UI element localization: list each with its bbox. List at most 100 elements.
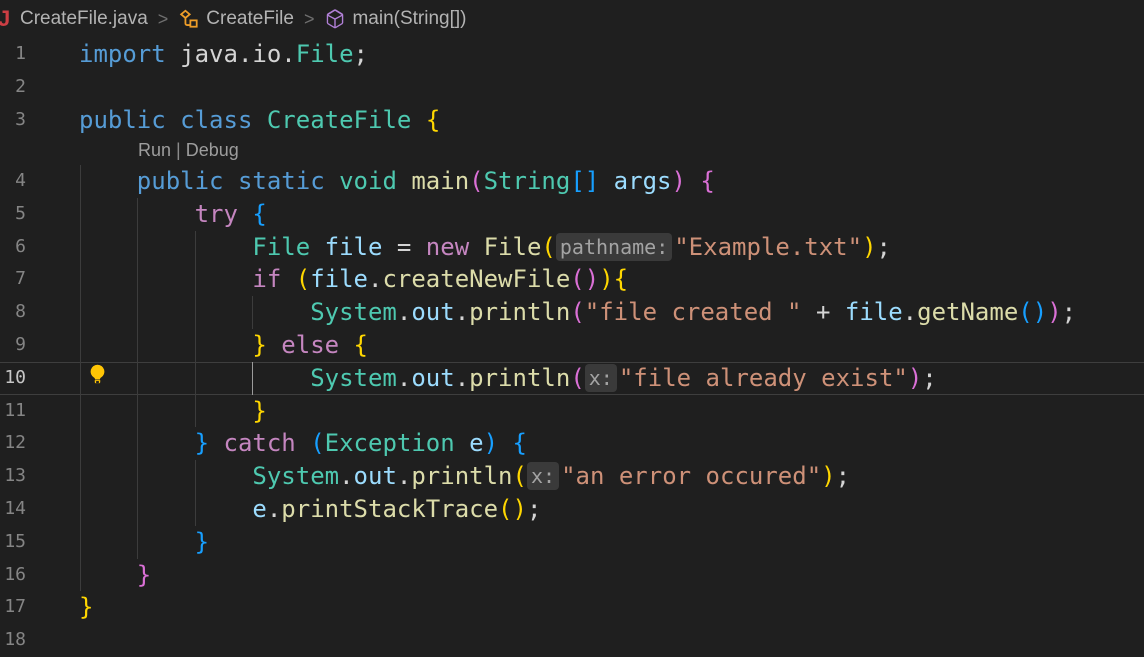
token-b2: (: [469, 167, 483, 195]
code-line: 13 System.out.println(x:"an error occure…: [0, 460, 1144, 493]
code-text[interactable]: e.printStackTrace();: [79, 493, 541, 526]
line-number: 17: [0, 591, 26, 624]
code-text[interactable]: File file = new File(pathname:"Example.t…: [79, 231, 891, 264]
code-text[interactable]: }: [79, 559, 151, 592]
breadcrumb: J CreateFile.java > CreateFile > main(St…: [0, 0, 1144, 38]
code-text[interactable]: public static void main(String[] args) {: [79, 165, 715, 198]
token-plain: .: [397, 462, 411, 490]
token-type: String: [484, 167, 571, 195]
code-text[interactable]: try {: [79, 198, 267, 231]
token-fn: println: [411, 462, 512, 490]
token-var: out: [411, 298, 454, 326]
code-line: 7 if (file.createNewFile()){: [0, 263, 1144, 296]
token-b1: {: [354, 331, 368, 359]
line-number: 15: [0, 526, 26, 559]
token-kw: public: [79, 106, 166, 134]
code-text[interactable]: public class CreateFile {: [79, 104, 440, 137]
token-b2: ): [671, 167, 685, 195]
code-text[interactable]: }: [79, 395, 267, 428]
code-area: 1import java.io.File;23public class Crea…: [0, 38, 1144, 657]
token-ctrl: new: [426, 233, 469, 261]
token-plain: ;: [877, 233, 891, 261]
token-type: System: [310, 298, 397, 326]
code-line: 6 File file = new File(pathname:"Example…: [0, 231, 1144, 264]
token-fn: println: [469, 364, 570, 392]
token-b3: {: [252, 200, 266, 228]
token-plain: [339, 331, 353, 359]
token-plain: [238, 200, 252, 228]
code-line: 1import java.io.File;: [0, 38, 1144, 71]
token-plain: .: [397, 298, 411, 326]
symbol-class-icon: [178, 8, 200, 30]
token-b3: []: [570, 167, 599, 195]
code-line: 8 System.out.println("file created " + f…: [0, 296, 1144, 329]
token-var: out: [411, 364, 454, 392]
token-var: e: [469, 429, 483, 457]
token-str: "Example.txt": [674, 233, 862, 261]
token-plain: [79, 265, 252, 293]
token-b2: ): [585, 265, 599, 293]
token-b1: {: [614, 265, 628, 293]
token-b3: }: [195, 429, 209, 457]
code-line: 5 try {: [0, 198, 1144, 231]
codelens-run-link[interactable]: Run: [138, 140, 171, 160]
token-b2: (: [570, 298, 584, 326]
token-plain: =: [382, 233, 425, 261]
code-line: 15 }: [0, 526, 1144, 559]
breadcrumb-method[interactable]: main(String[]): [324, 8, 466, 30]
token-ctrl: else: [281, 331, 339, 359]
line-number: 16: [0, 559, 26, 592]
lightbulb-icon[interactable]: [86, 363, 109, 390]
code-line: 9 } else {: [0, 329, 1144, 362]
token-kw: class: [180, 106, 252, 134]
token-type: System: [252, 462, 339, 490]
line-number: 7: [0, 263, 26, 296]
token-plain: [209, 429, 223, 457]
token-var: args: [614, 167, 672, 195]
line-number: 4: [0, 165, 26, 198]
token-var: out: [354, 462, 397, 490]
token-var: e: [252, 495, 266, 523]
token-plain: [79, 462, 252, 490]
token-b3: (: [310, 429, 324, 457]
breadcrumb-class[interactable]: CreateFile: [178, 8, 294, 30]
code-line: 17}: [0, 591, 1144, 624]
token-plain: [397, 167, 411, 195]
symbol-method-icon: [324, 8, 346, 30]
token-var: file: [845, 298, 903, 326]
token-type: File: [252, 233, 310, 261]
token-b1: }: [79, 593, 93, 621]
token-kw: static: [238, 167, 325, 195]
token-plain: .: [397, 364, 411, 392]
token-plain: [79, 495, 252, 523]
code-text[interactable]: } catch (Exception e) {: [79, 427, 527, 460]
token-plain: [79, 528, 195, 556]
token-plain: [411, 106, 425, 134]
token-plain: [79, 397, 252, 425]
code-text[interactable]: import java.io.File;: [79, 38, 368, 71]
code-line: 11 }: [0, 395, 1144, 428]
java-file-icon: J: [0, 6, 13, 32]
code-text[interactable]: }: [79, 591, 93, 624]
token-plain: java.io.: [180, 40, 296, 68]
inlay-hint: x:: [585, 364, 617, 392]
breadcrumb-method-label: main(String[]): [352, 8, 466, 30]
token-plain: [455, 429, 469, 457]
token-plain: [79, 233, 252, 261]
token-b2: ): [908, 364, 922, 392]
code-text[interactable]: System.out.println("file created " + fil…: [79, 296, 1076, 329]
token-plain: .: [455, 364, 469, 392]
code-text[interactable]: }: [79, 526, 209, 559]
token-ctrl: if: [252, 265, 281, 293]
code-text[interactable]: System.out.println(x:"an error occured")…: [79, 460, 850, 493]
code-text[interactable]: System.out.println(x:"file already exist…: [79, 362, 937, 395]
line-number: 2: [0, 71, 26, 104]
code-text[interactable]: if (file.createNewFile()){: [79, 263, 628, 296]
token-b1: (: [541, 233, 555, 261]
token-b1: ): [599, 265, 613, 293]
token-plain: [79, 298, 310, 326]
code-line: 16 }: [0, 559, 1144, 592]
codelens-debug-link[interactable]: Debug: [186, 140, 239, 160]
code-text[interactable]: } else {: [79, 329, 368, 362]
breadcrumb-file[interactable]: CreateFile.java: [20, 8, 148, 30]
